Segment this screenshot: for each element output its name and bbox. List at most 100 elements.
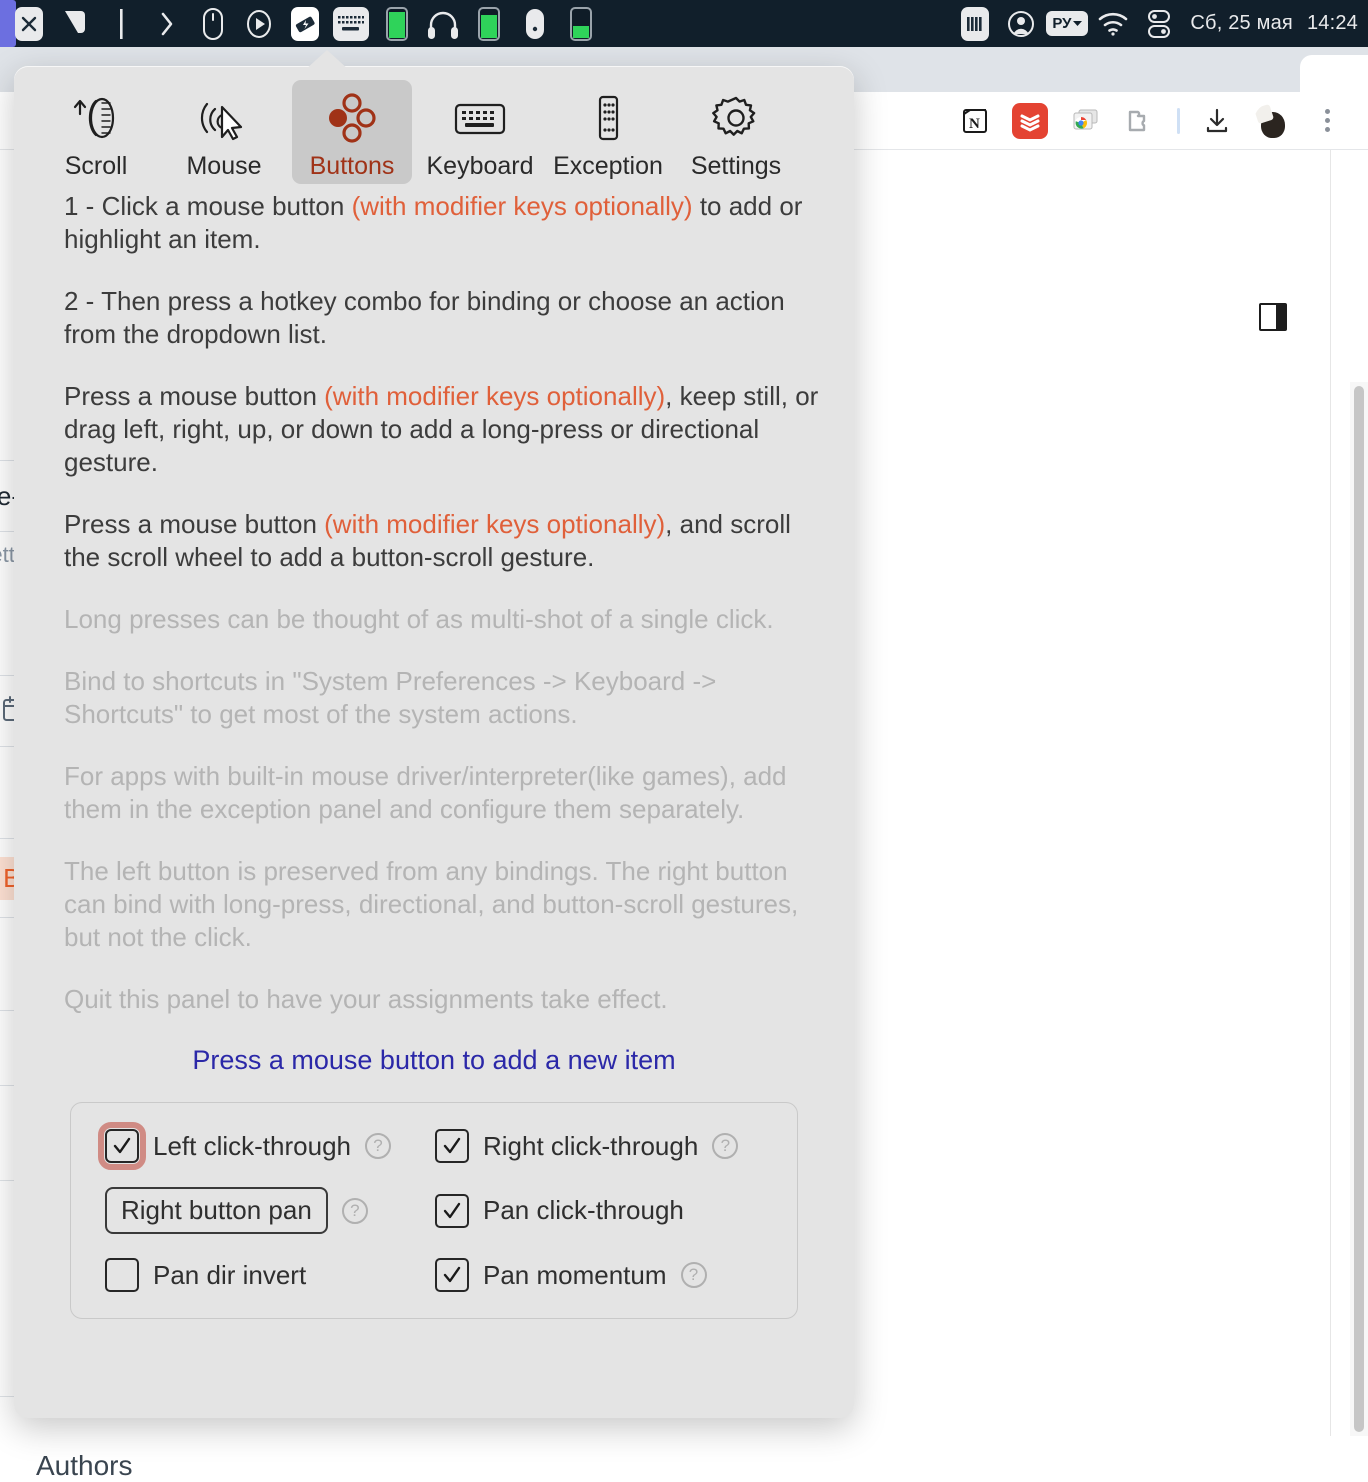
pan-momentum-checkbox[interactable] — [435, 1258, 469, 1292]
bartender-icon[interactable] — [52, 0, 98, 47]
tab-label: Scroll — [64, 152, 128, 180]
press-button-prompt[interactable]: Press a mouse button to add a new item — [36, 1045, 832, 1076]
todoist-extension-icon[interactable] — [1012, 102, 1048, 139]
mouse-icon[interactable] — [190, 0, 236, 47]
tab-scroll[interactable]: Scroll — [36, 80, 156, 184]
headphones-icon[interactable] — [420, 0, 466, 47]
tab-label: Buttons — [309, 152, 395, 180]
tab-label: Keyboard — [426, 152, 534, 180]
input-source-label: РУ — [1052, 15, 1072, 32]
user-account-icon[interactable] — [998, 0, 1044, 47]
note-paragraph: Bind to shortcuts in "System Preferences… — [64, 665, 832, 731]
mouse-battery-icon[interactable] — [558, 0, 604, 47]
mouse-buttons-icon — [325, 90, 379, 146]
tab-label: Mouse — [186, 152, 262, 180]
close-x-icon[interactable] — [6, 0, 52, 47]
keyboard-icon — [451, 90, 509, 146]
text-run: For apps with built-in mouse driver/inte… — [64, 761, 787, 824]
note-paragraph: Quit this panel to have your assignments… — [64, 983, 832, 1016]
chrome-tab-groups-icon[interactable] — [1068, 104, 1102, 138]
keyboard-icon[interactable] — [328, 0, 374, 47]
vertical-scrollbar-thumb[interactable] — [1354, 386, 1364, 1432]
headphones-battery-icon[interactable] — [466, 0, 512, 47]
keyboard-battery-icon[interactable] — [374, 0, 420, 47]
right-button-pan-button[interactable]: Right button pan — [105, 1187, 328, 1234]
tab-exception[interactable]: Exception — [548, 80, 668, 184]
sidebar-toggle-icon[interactable] — [1258, 302, 1288, 337]
input-source-icon[interactable]: РУ — [1044, 0, 1090, 47]
option-pan-dir-invert[interactable]: Pan dir invert — [105, 1258, 435, 1292]
tab-settings[interactable]: Settings — [676, 80, 796, 184]
option-label: Right click-through — [483, 1130, 699, 1161]
text-run: Bind to shortcuts in "System Preferences… — [64, 666, 717, 729]
pan-dir-invert-checkbox[interactable] — [105, 1258, 139, 1292]
text-run: Quit this panel to have your assignments… — [64, 984, 668, 1014]
left-click-through-checkbox[interactable] — [98, 1122, 146, 1170]
authors-label: Authors — [36, 1450, 133, 1481]
magic-mouse-icon[interactable] — [512, 0, 558, 47]
text-run: Long presses can be thought of as multi-… — [64, 604, 774, 634]
notion-extension-icon[interactable]: N — [958, 104, 992, 138]
text-run: Press a mouse button — [64, 381, 325, 411]
instruction-paragraph: Press a mouse button (with modifier keys… — [64, 508, 832, 574]
downloads-icon[interactable] — [1200, 104, 1234, 138]
help-icon[interactable]: ? — [364, 1133, 391, 1159]
bettermouse-panel: Scroll Mouse Buttons Keyboard Exception … — [14, 66, 854, 1418]
text-run: Press a mouse button — [64, 509, 325, 539]
panel-body: 1 - Click a mouse button (with modifier … — [14, 190, 854, 1319]
chevron-right-icon[interactable] — [144, 0, 190, 47]
extensions-puzzle-icon[interactable] — [1122, 104, 1156, 138]
macos-menubar: РУ Сб, 25 мая 14:24 — [0, 0, 1368, 47]
note-paragraph: Long presses can be thought of as multi-… — [64, 603, 832, 636]
page-divider — [1330, 150, 1331, 1436]
option-label: Pan momentum — [483, 1259, 667, 1290]
note-paragraph: For apps with built-in mouse driver/inte… — [64, 760, 832, 826]
menubar-clock[interactable]: Сб, 25 мая 14:24 — [1182, 12, 1358, 35]
right-click-through-checkbox[interactable] — [435, 1129, 469, 1163]
text-run-accent: (with modifier keys optionally) — [324, 381, 666, 411]
text-run: 1 - Click a mouse button — [64, 191, 352, 221]
istat-menus-icon[interactable] — [952, 0, 998, 47]
option-right-button-pan[interactable]: Right button pan ? — [105, 1187, 435, 1234]
option-pan-momentum[interactable]: Pan momentum ? — [435, 1258, 763, 1292]
scroll-wheel-icon — [69, 90, 123, 146]
divider-bar-icon — [98, 0, 144, 47]
browser-menu-icon[interactable] — [1310, 104, 1344, 138]
note-paragraph: The left button is preserved from any bi… — [64, 855, 832, 954]
tab-buttons[interactable]: Buttons — [292, 80, 412, 184]
app-list-icon — [581, 90, 635, 146]
menubar-right-group: РУ Сб, 25 мая 14:24 — [952, 0, 1368, 47]
instruction-paragraph: Press a mouse button (with modifier keys… — [64, 380, 832, 479]
avatar[interactable] — [1254, 103, 1290, 139]
instruction-paragraph: 1 - Click a mouse button (with modifier … — [64, 190, 832, 256]
help-icon[interactable]: ? — [712, 1133, 739, 1159]
tab-mouse[interactable]: Mouse — [164, 80, 284, 184]
option-label: Left click-through — [153, 1130, 351, 1161]
wifi-icon[interactable] — [1090, 0, 1136, 47]
browser-tab[interactable] — [1300, 55, 1368, 95]
panel-tabbar: Scroll Mouse Buttons Keyboard Exception … — [14, 66, 854, 190]
gear-icon — [709, 90, 763, 146]
options-group: Left click-through ? Right click-through… — [70, 1102, 798, 1319]
option-label: Pan click-through — [483, 1195, 684, 1225]
text-run: 2 - Then press a hotkey combo for bindin… — [64, 286, 785, 349]
help-icon[interactable]: ? — [680, 1262, 707, 1288]
help-icon[interactable]: ? — [341, 1197, 368, 1224]
option-left-click-through[interactable]: Left click-through ? — [98, 1122, 435, 1170]
text-run-accent: (with modifier keys optionally) — [351, 191, 693, 221]
pan-click-through-checkbox[interactable] — [435, 1193, 469, 1228]
play-circle-icon[interactable] — [236, 0, 282, 47]
instruction-paragraph: 2 - Then press a hotkey combo for bindin… — [64, 285, 832, 351]
tab-label: Settings — [690, 152, 782, 180]
toolbar-divider — [1176, 104, 1180, 138]
text-run-accent: (with modifier keys optionally) — [324, 509, 666, 539]
flash-drive-icon[interactable] — [282, 0, 328, 47]
tab-keyboard[interactable]: Keyboard — [420, 80, 540, 184]
option-label: Pan dir invert — [153, 1259, 307, 1290]
option-right-click-through[interactable]: Right click-through ? — [435, 1129, 763, 1163]
option-pan-click-through[interactable]: Pan click-through — [435, 1187, 763, 1234]
menubar-time: 14:24 — [1306, 12, 1358, 34]
tab-label: Exception — [553, 152, 663, 180]
control-center-icon[interactable] — [1136, 0, 1182, 47]
menubar-date: Сб, 25 мая — [1190, 12, 1293, 34]
